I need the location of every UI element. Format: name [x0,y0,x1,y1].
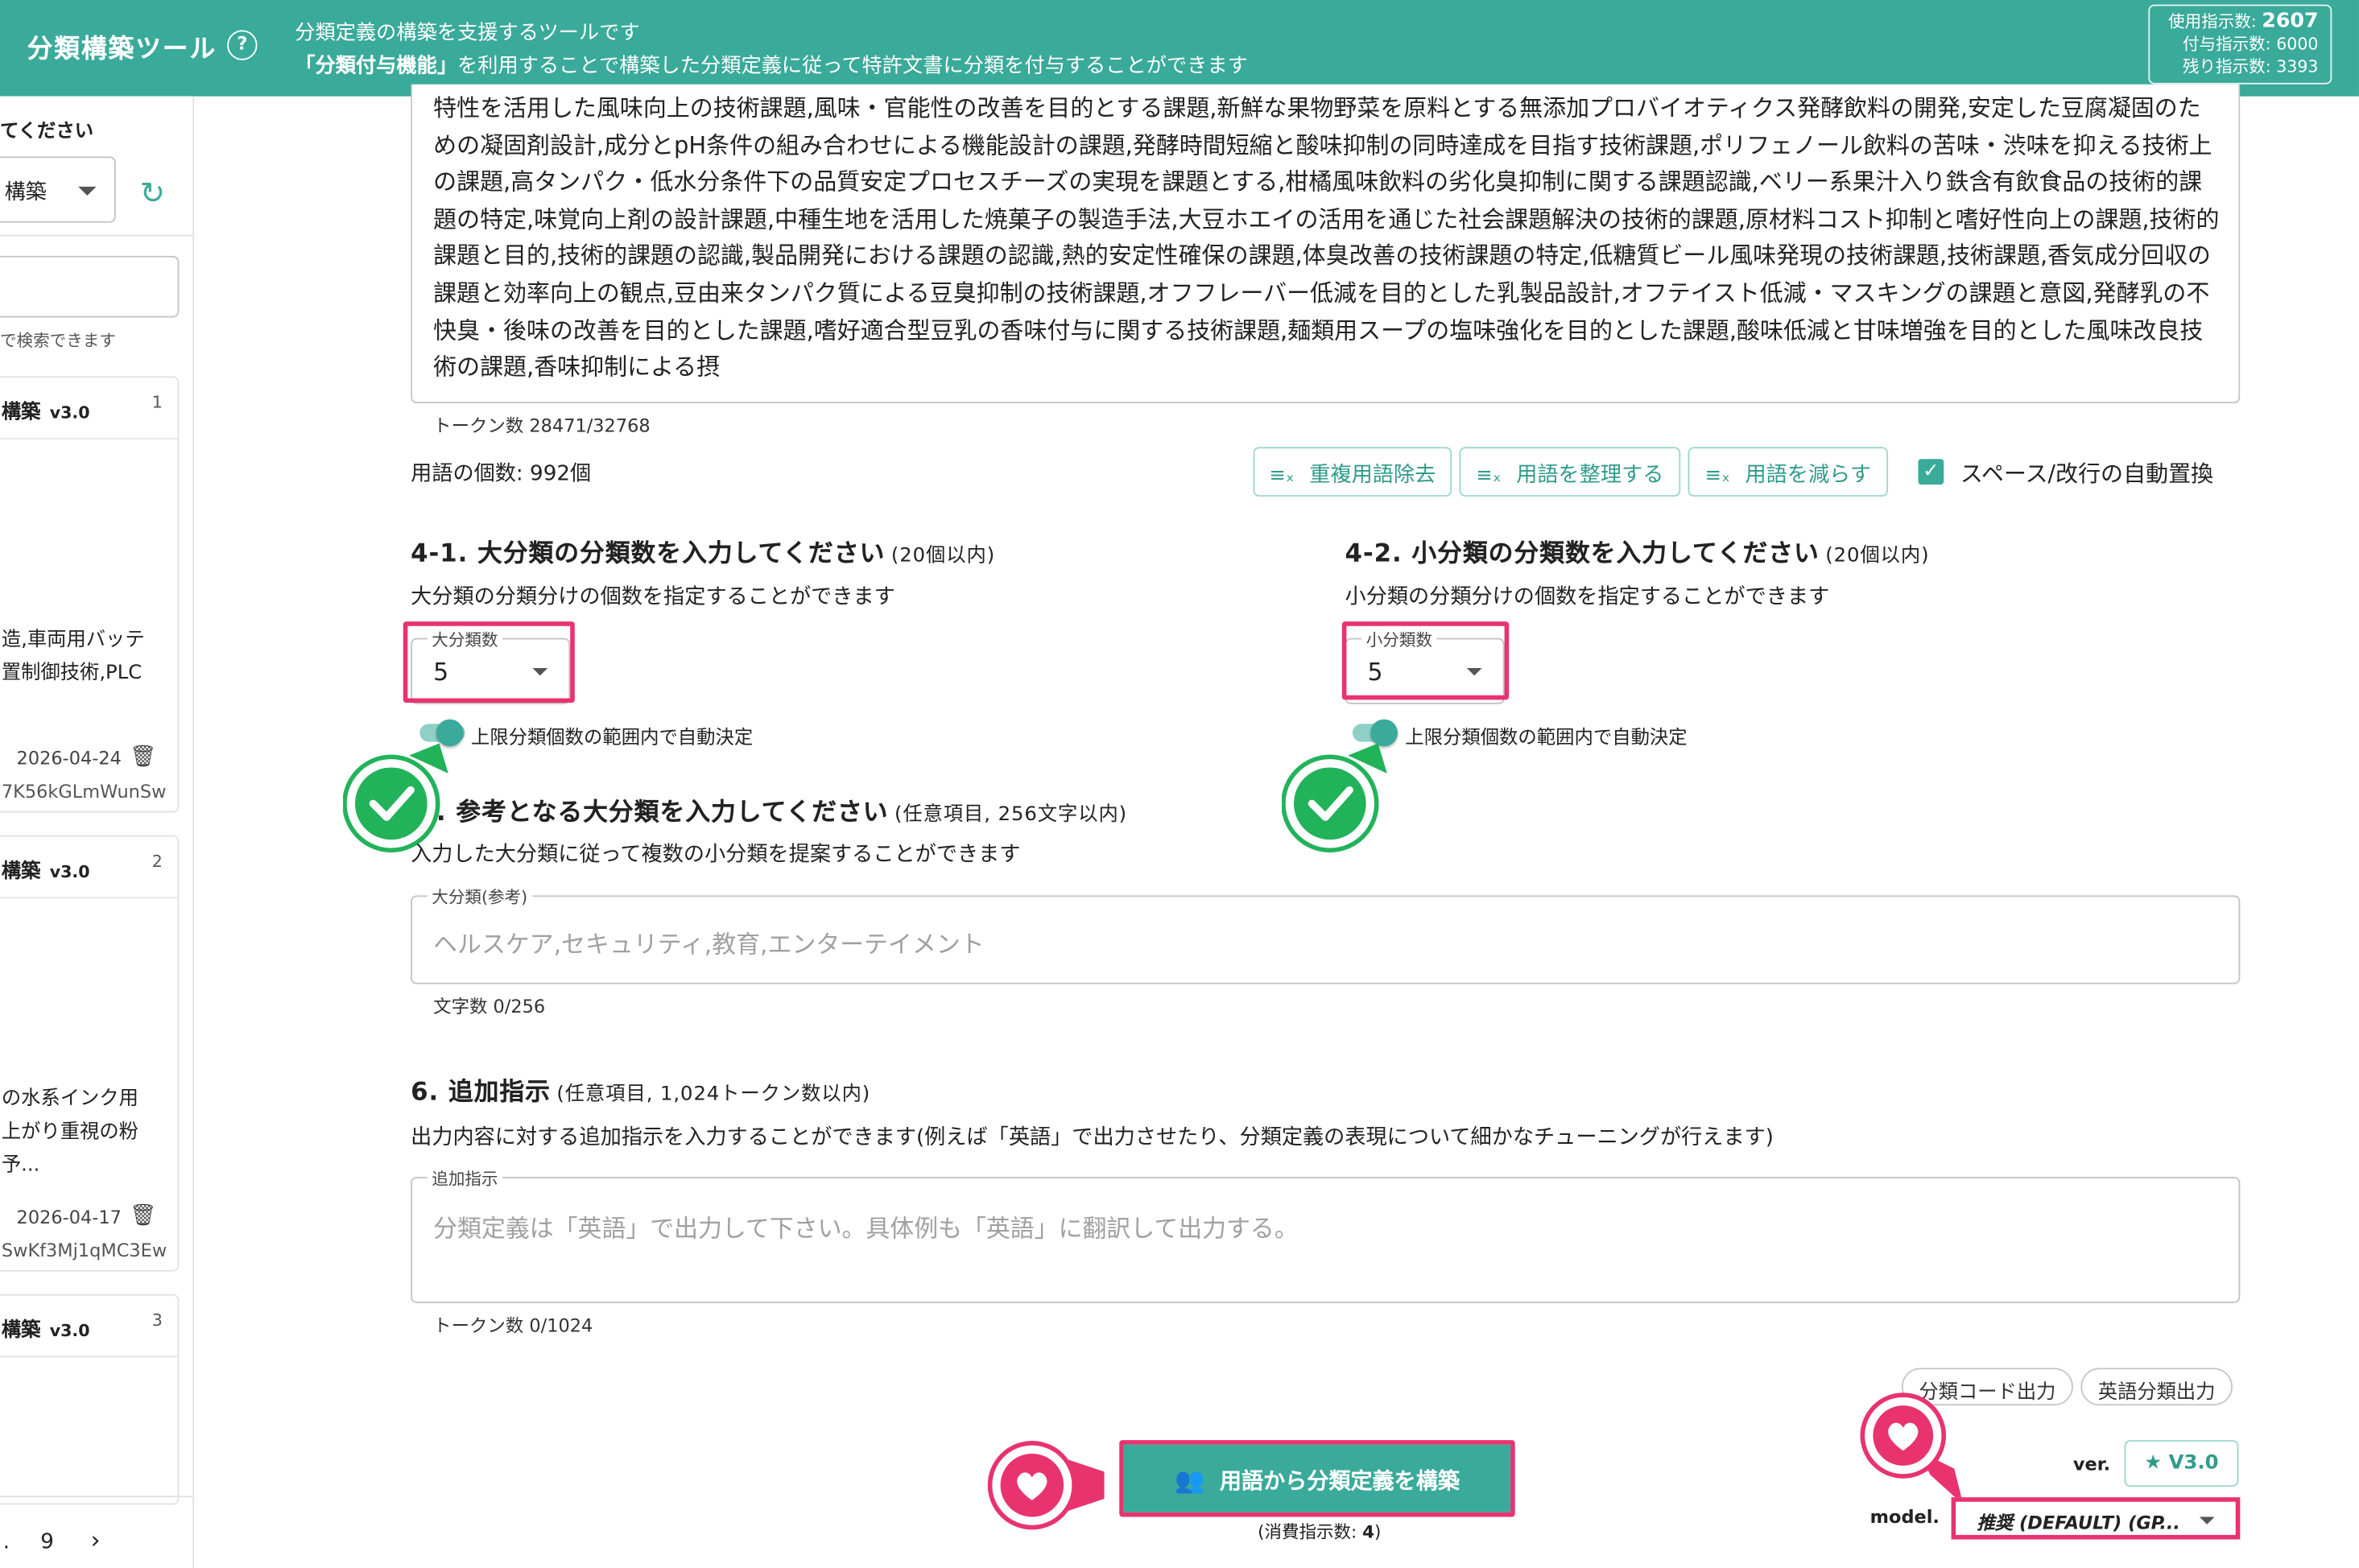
heart-callout-build [987,1441,1105,1530]
refresh-icon[interactable]: ↻ [140,175,165,211]
version-button[interactable]: ★ V3.0 [2124,1440,2239,1488]
star-icon: ★ [2144,1452,2163,1475]
app-header: 分類構築ツール ? 分類定義の構築を支援するツールです 「分類付与機能」を利用す… [0,0,2359,97]
card-summary-line: の水系インク用 [1,1087,138,1111]
search-hint: で検索できます [0,331,116,351]
app-title: 分類構築ツール [27,34,217,65]
model-select[interactable]: 推奨 (DEFAULT) (GP... [1951,1497,2241,1540]
section-4-1-description: 大分類の分類分けの個数を指定することができます [411,585,895,610]
history-search-input[interactable] [0,255,180,318]
section-4-2-description: 小分類の分類分けの個数を指定することができます [1345,585,1830,610]
auto-replace-checkbox[interactable]: ✓ [1918,459,1944,485]
heart-callout-model [1860,1393,1964,1505]
callout-fill [354,767,428,840]
usage-counter: 使用指示数: 2607 付与指示数: 6000 残り指示数: 3393 [2148,4,2332,85]
section-6-description: 出力内容に対する追加指示を入力することができます(例えば「英語」で出力させたり、… [411,1125,1774,1150]
card-date: 2026-04-24 [16,748,122,770]
pager-ellipsis: . [2,1530,10,1555]
build-definition-button[interactable]: 👥 用語から分類定義を構築 [1123,1444,1511,1512]
trash-icon[interactable]: 🗑 [130,745,156,769]
instruction-token-count: トークン数 0/1024 [433,1314,593,1337]
section-5-description: 入力した大分類に従って複数の小分類を提案することができます [411,842,1021,867]
english-output-chip[interactable]: 英語分類出力 [2080,1368,2233,1406]
clear-list-icon: ≡ₓ [1476,464,1502,488]
card-summary-line: 造,車両用バッテ [1,629,145,652]
sidebar-heading: てください [0,118,94,142]
section-4-2-title: 4-2. 小分類の分類数を入力してください (20個以内) [1345,538,1930,567]
section-5-title: . 参考となる大分類を入力してください (任意項目, 256文字以内) [436,797,1128,827]
minor-auto-toggle-label: 上限分類個数の範囲内で自動決定 [1405,725,1688,749]
terms-textarea[interactable]: 特性を活用した風味向上の技術課題,風味・官能性の改善を目的とする課題,新鮮な果物… [411,84,2241,404]
auto-replace-label: スペース/改行の自動置換 [1960,460,2214,488]
pager: . 9 › [3,1526,101,1555]
card-title: 構築 v3.0 [1,1319,90,1343]
dedupe-terms-button[interactable]: ≡ₓ 重複用語除去 [1253,447,1452,497]
history-card[interactable]: 構築 v3.0 2 の水系インク用 上がり重視の粉 予... 2026-04-17… [0,835,180,1272]
toggle-knob[interactable] [1370,719,1398,747]
terms-token-count: トークン数 28471/32768 [433,415,651,437]
header-description-2: 「分類付与機能」を利用することで構築した分類定義に従って特許文書に分類を付与する… [295,48,1248,78]
card-summary-line: 上がり重視の粉 [1,1120,138,1144]
version-label: ver. [2072,1453,2111,1475]
trash-icon[interactable]: 🗑 [130,1204,156,1228]
header-description: 分類定義の構築を支援するツールです [295,21,640,46]
clear-list-icon: ≡ₓ [1269,464,1295,488]
reference-major-placeholder: ヘルスケア,セキュリティ,教育,エンターテイメント [433,930,985,959]
chevron-right-icon[interactable]: › [91,1526,101,1555]
pager-divider [0,1496,193,1498]
card-date: 2026-04-17 [16,1207,122,1228]
section-6-title: 6. 追加指示 (任意項目, 1,024トークン数以内) [411,1077,871,1107]
pager-page-9[interactable]: 9 [40,1530,54,1554]
card-divider [0,438,178,439]
reduce-terms-button[interactable]: ≡ₓ 用語を減らす [1688,447,1889,497]
highlight-frame [403,621,575,704]
history-card[interactable]: 構築 v3.0 3 [0,1294,180,1505]
feature-name: 「分類付与機能」 [295,54,458,79]
history-filter-value: 構築 [4,180,47,205]
card-divider [0,897,178,899]
term-count: 用語の個数: 992個 [411,461,592,486]
card-title: 構築 v3.0 [1,402,90,425]
app-root: 分類構築ツール ? 分類定義の構築を支援するツールです 「分類付与機能」を利用す… [0,0,2359,1568]
major-auto-toggle-label: 上限分類個数の範囲内で自動決定 [470,725,754,749]
reference-major-label: 大分類(参考) [427,885,532,910]
remaining-count: 残り指示数: 3393 [2182,57,2319,77]
consume-count: (消費指示数: 4) [1258,1521,1382,1543]
highlight-frame [1341,621,1510,700]
card-title: 構築 v3.0 [1,860,90,884]
card-id: 7K56kGLmWunSw [1,781,167,803]
card-number: 3 [151,1310,163,1331]
chevron-down-icon [78,186,97,196]
card-number: 1 [151,392,163,413]
terms-text: 特性を活用した風味向上の技術課題,風味・官能性の改善を目的とする課題,新鮮な果物… [433,94,2220,382]
card-number: 2 [151,852,163,872]
history-sidebar: てください 構築 ↻ で検索できます 構築 v3.0 1 造,車両用バッテ 置制御… [0,96,195,1568]
used-count: 使用指示数: 2607 [2168,9,2319,34]
header-description-rest: を利用することで構築した分類定義に従って特許文書に分類を付与することができます [457,54,1248,79]
section-4-1-title: 4-1. 大分類の分類数を入力してください (20個以内) [411,538,996,567]
reference-major-input[interactable]: 大分類(参考) ヘルスケア,セキュリティ,教育,エンターテイメント [411,885,2241,984]
additional-instruction-input[interactable]: 追加指示 分類定義は「英語」で出力して下さい。具体例も「英語」に翻訳して出力する… [411,1166,2241,1303]
reference-char-count: 文字数 0/256 [433,996,546,1017]
group-add-icon: 👥 [1174,1465,1205,1495]
sidebar-divider [0,234,193,237]
additional-instruction-label: 追加指示 [427,1166,503,1190]
check-callout-right [1282,743,1387,853]
question-circle-icon[interactable]: ? [227,30,258,60]
model-select-value: 推奨 (DEFAULT) (GP... [1977,1512,2180,1534]
model-label: model. [1869,1506,1940,1528]
additional-instruction-placeholder: 分類定義は「英語」で出力して下さい。具体例も「英語」に翻訳して出力する。 [433,1214,1299,1244]
card-summary-line: 置制御技術,PLC [1,662,143,685]
card-id: SwKf3Mj1qMC3Ew [1,1240,167,1261]
granted-count: 付与指示数: 6000 [2182,34,2319,55]
callout-fill [1293,767,1366,840]
history-filter-select[interactable]: 構築 [0,156,116,223]
clear-list-icon: ≡ₓ [1704,464,1730,488]
card-summary-line: 予... [1,1153,40,1177]
card-divider [0,1355,178,1358]
organize-terms-button[interactable]: ≡ₓ 用語を整理する [1459,447,1681,497]
toggle-knob[interactable] [436,719,464,747]
chevron-down-icon [2199,1516,2215,1525]
history-card[interactable]: 構築 v3.0 1 造,車両用バッテ 置制御技術,PLC 2026-04-24 🗑… [0,376,180,813]
